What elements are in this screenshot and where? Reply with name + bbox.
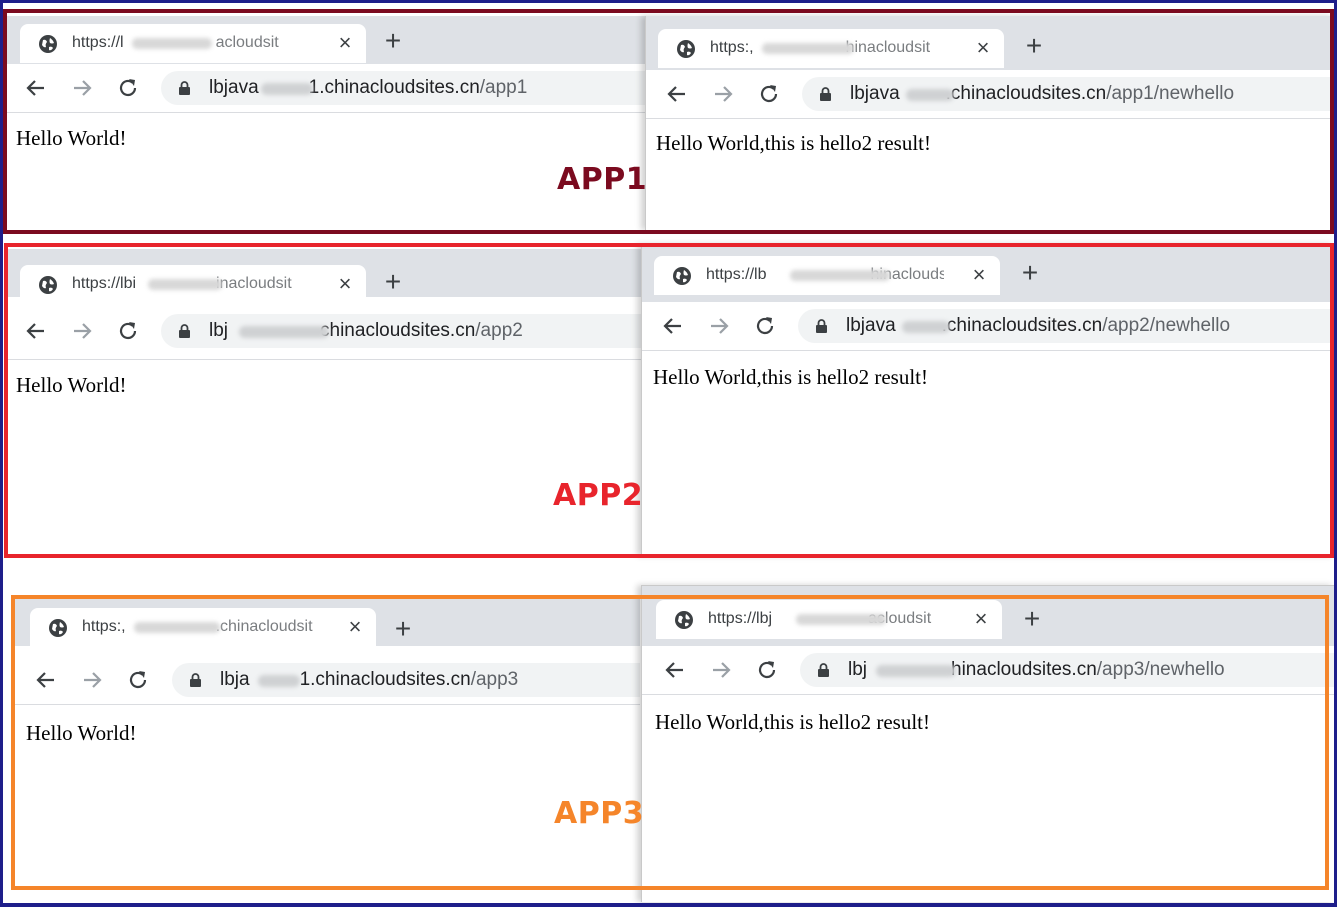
back-arrow-icon[interactable] — [660, 313, 686, 339]
back-arrow-icon[interactable] — [23, 75, 49, 101]
page-text: Hello World! — [16, 373, 127, 397]
forward-arrow-icon[interactable] — [69, 318, 95, 344]
new-tab-button[interactable]: + — [377, 26, 409, 58]
redacted-text — [906, 89, 954, 101]
back-arrow-icon[interactable] — [23, 318, 49, 344]
close-icon[interactable]: × — [970, 35, 996, 61]
app1-label: APP1 — [557, 162, 648, 197]
page-content: Hello World,this is hello2 result! — [642, 696, 1335, 902]
address-bar[interactable]: lbj hinacloudsites.cn/app3/newhello — [800, 653, 1335, 687]
redacted-text — [902, 321, 950, 333]
page-content: Hello World,this is hello2 result! — [646, 119, 1335, 230]
globe-icon — [39, 276, 57, 294]
lock-icon — [179, 324, 190, 338]
page-text: Hello World,this is hello2 result! — [656, 131, 931, 155]
browser-toolbar: lbj chinacloudsites.cn/app2 — [5, 307, 645, 360]
new-tab-button[interactable]: + — [1018, 31, 1050, 63]
lock-icon — [179, 81, 190, 95]
lock-icon — [818, 663, 829, 677]
globe-icon — [673, 267, 691, 285]
redacted-text — [239, 326, 329, 338]
address-bar[interactable]: lbj chinacloudsites.cn/app2 — [161, 314, 645, 348]
new-tab-button[interactable]: + — [1016, 604, 1048, 636]
browser-window-app2-right: https://lbhinacloudsit × + lbjava.chinac… — [641, 244, 1335, 556]
page-content: Hello World! — [5, 113, 645, 230]
reload-icon[interactable] — [115, 75, 141, 101]
page-content: Hello World! — [5, 360, 645, 556]
close-icon[interactable]: × — [332, 271, 358, 297]
reload-icon[interactable] — [752, 313, 778, 339]
close-icon[interactable]: × — [966, 262, 992, 288]
tab-active[interactable]: https://lbhinacloudsit × — [654, 256, 1000, 295]
browser-toolbar: lbjava .chinacloudsites.cn/app1/newhello — [646, 70, 1335, 119]
tab-active[interactable]: https://l acloudsit × — [20, 24, 366, 63]
globe-icon — [49, 619, 67, 637]
forward-arrow-icon[interactable] — [710, 81, 736, 107]
browser-window-app3-left: https:, .chinacloudsit × + lbja 1.chinaclo… — [14, 598, 640, 889]
address-bar[interactable]: lbjava .chinacloudsites.cn/app1/newhello — [802, 77, 1335, 111]
page-text: Hello World,this is hello2 result! — [655, 710, 930, 734]
browser-window-app3-right: https://lbj acloudsit × + lbj hinacloudsit… — [641, 585, 1335, 902]
reload-icon[interactable] — [125, 667, 151, 693]
address-bar[interactable]: lbja 1.chinacloudsites.cn/app3 — [172, 663, 640, 697]
page-text: Hello World! — [26, 721, 137, 745]
new-tab-button[interactable]: + — [1014, 258, 1046, 290]
browser-window-app1-left: https://l acloudsit × + lbjava 1.chinaclou… — [5, 16, 645, 230]
redacted-text — [148, 279, 222, 290]
browser-toolbar: lbjava 1.chinacloudsites.cn/app1 — [5, 64, 645, 113]
browser-window-app1-right: https:, hinacloudsit × + lbjava .chinaclou… — [645, 16, 1335, 230]
close-icon[interactable]: × — [968, 606, 994, 632]
reload-icon[interactable] — [756, 81, 782, 107]
lock-icon — [820, 87, 831, 101]
redacted-text — [258, 675, 300, 687]
address-bar[interactable]: lbjava 1.chinacloudsites.cn/app1 — [161, 71, 645, 105]
page-content: Hello World! — [14, 709, 640, 889]
redacted-text — [132, 38, 212, 49]
app3-label: APP3 — [554, 796, 645, 831]
reload-icon[interactable] — [115, 318, 141, 344]
reload-icon[interactable] — [754, 657, 780, 683]
forward-arrow-icon[interactable] — [708, 657, 734, 683]
close-icon[interactable]: × — [342, 614, 368, 640]
globe-icon — [675, 611, 693, 629]
tab-active[interactable]: https://lbi inacloudsit × — [20, 265, 366, 304]
browser-toolbar: lbjava .chinacloudsites.cn/app2/newhello — [642, 302, 1335, 351]
browser-toolbar: lbj hinacloudsites.cn/app3/newhello — [642, 646, 1335, 695]
page-text: Hello World,this is hello2 result! — [653, 365, 928, 389]
url-text: lbjava 1.chinacloudsites.cn/app1 — [209, 77, 528, 98]
new-tab-button[interactable]: + — [387, 614, 419, 646]
tab-active[interactable]: https:, .chinacloudsit × — [30, 608, 376, 647]
address-bar[interactable]: lbjava .chinacloudsites.cn/app2/newhello — [798, 309, 1335, 343]
globe-icon — [677, 40, 695, 58]
lock-icon — [816, 319, 827, 333]
back-arrow-icon[interactable] — [33, 667, 59, 693]
back-arrow-icon[interactable] — [664, 81, 690, 107]
browser-toolbar: lbja 1.chinacloudsites.cn/app3 — [14, 656, 640, 705]
page-content: Hello World,this is hello2 result! — [642, 351, 1335, 556]
redacted-text — [261, 83, 313, 95]
tab-active[interactable]: https:, hinacloudsit × — [658, 29, 1004, 68]
browser-window-app2-left: https://lbi inacloudsit × + lbj chinacloud… — [5, 249, 645, 556]
redacted-text — [134, 622, 220, 633]
forward-arrow-icon[interactable] — [69, 75, 95, 101]
redacted-text — [762, 43, 854, 54]
forward-arrow-icon[interactable] — [706, 313, 732, 339]
redacted-text — [876, 665, 956, 677]
close-icon[interactable]: × — [332, 30, 358, 56]
new-tab-button[interactable]: + — [377, 267, 409, 299]
globe-icon — [39, 35, 57, 53]
redacted-text — [796, 614, 886, 625]
page-text: Hello World! — [16, 126, 127, 150]
app2-label: APP2 — [553, 478, 644, 513]
lock-icon — [190, 673, 201, 687]
forward-arrow-icon[interactable] — [79, 667, 105, 693]
redacted-text — [790, 270, 890, 281]
back-arrow-icon[interactable] — [662, 657, 688, 683]
tab-active[interactable]: https://lbj acloudsit × — [656, 600, 1002, 639]
